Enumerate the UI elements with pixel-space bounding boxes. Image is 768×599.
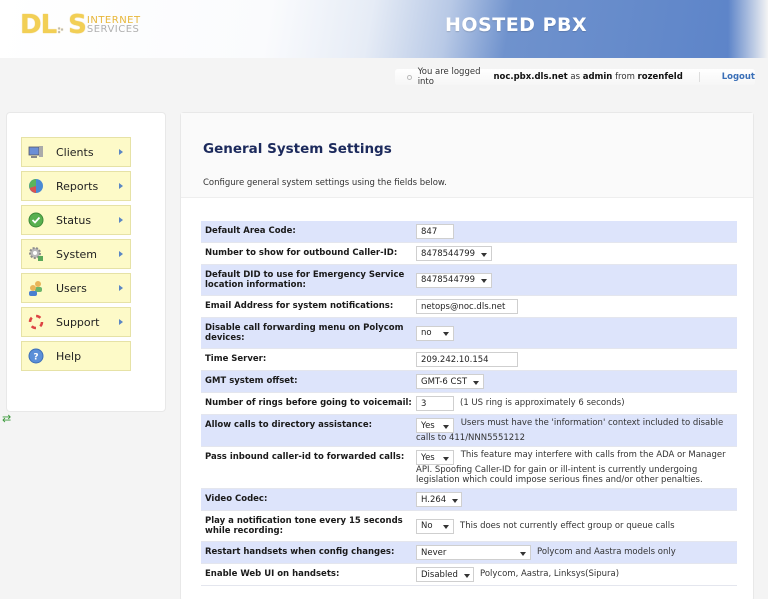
chevron-right-icon [119,149,123,155]
chevron-down-icon [473,380,480,385]
setting-row-time-server: Time Server: 209.242.10.154 [201,349,737,371]
chevron-down-icon [443,424,449,429]
setting-row-recording-tone: Play a notification tone every 15 second… [201,511,737,542]
users-icon [28,280,44,296]
setting-row-outbound-caller-id: Number to show for outbound Caller-ID: 8… [201,243,737,265]
setting-row-emergency-did: Default DID to use for Emergency Service… [201,265,737,296]
page-header: General System Settings Configure genera… [181,113,753,198]
logo-wordmark: DL:∙ S [20,10,87,40]
sidebar-item-support[interactable]: Support [21,307,131,337]
setting-row-voicemail-rings: Number of rings before going to voicemai… [201,393,737,415]
svg-text:?: ? [33,353,38,363]
company-logo: DL:∙ S INTERNET SERVICES [20,12,141,38]
gmt-offset-select[interactable]: GMT-6 CST [416,374,485,389]
pass-caller-id-select[interactable]: Yes [416,450,454,465]
chevron-down-icon [463,573,470,578]
restart-handsets-note: Polycom and Aastra models only [537,547,676,557]
chevron-down-icon [520,551,526,556]
sidebar-item-status[interactable]: Status [21,205,131,235]
setting-row-pass-caller-id: Pass inbound caller-id to forwarded call… [201,447,737,489]
restart-handsets-select[interactable]: Never [416,545,531,560]
logo-line-2: SERVICES [86,24,140,35]
login-status-bar: You are logged into noc.pbx.dls.net as a… [395,67,755,87]
sidebar-item-system[interactable]: System [21,239,131,269]
check-circle-icon [28,212,44,228]
sidebar-item-reports[interactable]: Reports [21,171,131,201]
main-panel: General System Settings Configure genera… [180,112,754,599]
notification-email-input[interactable]: netops@noc.dls.net [416,299,518,314]
divider [698,72,700,82]
login-host: noc.pbx.dls.net [493,72,568,82]
page-description: Configure general system settings using … [203,178,447,188]
chevron-right-icon [119,251,123,257]
lifebuoy-icon [28,314,44,330]
recording-tone-select[interactable]: No [416,518,454,534]
directory-assistance-select[interactable]: Yes [416,418,454,433]
directory-assistance-note: Users must have the 'information' contex… [416,418,724,443]
status-dot-icon [407,74,412,80]
sidebar-item-users[interactable]: Users [21,273,131,303]
setting-row-disable-call-forwarding: Disable call forwarding menu on Polycom … [201,318,737,349]
help-icon: ? [28,348,44,364]
chevron-right-icon [119,319,123,325]
emergency-did-select[interactable]: 8478544799 [416,272,493,288]
video-codec-select[interactable]: H.264 [416,492,462,507]
sidebar-item-help[interactable]: ? Help [21,341,131,371]
default-area-code-input[interactable]: 847 [416,224,454,239]
recording-tone-note: This does not currently effect group or … [460,521,675,531]
login-prefix: You are logged into [417,67,481,87]
login-user: admin [582,72,613,82]
web-ui-note: Polycom, Aastra, Linksys(Sipura) [480,569,620,579]
login-origin: rozenfeld [637,72,683,82]
collapse-sidebar-icon[interactable]: ⇄ [2,413,16,424]
time-server-input[interactable]: 209.242.10.154 [416,352,518,367]
setting-row-restart-handsets: Restart handsets when config changes: Ne… [201,542,737,564]
web-ui-select[interactable]: Disabled [416,567,474,582]
chevron-down-icon [443,332,449,336]
gear-icon [28,246,44,262]
chevron-right-icon [119,285,123,291]
voicemail-rings-note: (1 US ring is approximately 6 seconds) [460,398,625,408]
setting-row-default-area-code: Default Area Code: 847 [201,221,737,243]
chevron-right-icon [119,183,123,189]
settings-table: Default Area Code: 847 Number to show fo… [201,221,737,586]
disable-call-forwarding-select[interactable]: no [416,325,454,341]
outbound-caller-id-select[interactable]: 8478544799 [416,246,493,261]
chevron-right-icon [119,217,123,223]
setting-row-gmt-offset: GMT system offset: GMT-6 CST [201,371,737,393]
setting-row-directory-assistance: Allow calls to directory assistance: Yes… [201,415,737,447]
chevron-down-icon [481,279,488,283]
chevron-down-icon [443,525,449,529]
app-title: HOSTED PBX [445,14,588,36]
logout-link[interactable]: Logout [722,72,755,82]
monitor-icon [28,144,44,160]
sidebar-item-clients[interactable]: Clients [21,137,131,167]
header-banner: DL:∙ S INTERNET SERVICES HOSTED PBX [0,0,768,58]
chevron-down-icon [481,252,488,257]
sidebar: Clients Reports Status System Users Supp [6,112,166,412]
setting-row-notification-email: Email Address for system notifications: … [201,296,737,318]
chevron-down-icon [443,456,449,461]
page-title: General System Settings [203,141,392,157]
pie-chart-icon [28,178,44,194]
chevron-down-icon [452,498,459,503]
pass-caller-id-note: This feature may interfere with calls fr… [416,450,726,485]
setting-row-web-ui: Enable Web UI on handsets: Disabled Polyc… [201,564,737,586]
voicemail-rings-input[interactable]: 3 [416,396,454,411]
setting-row-video-codec: Video Codec: H.264 [201,489,737,511]
